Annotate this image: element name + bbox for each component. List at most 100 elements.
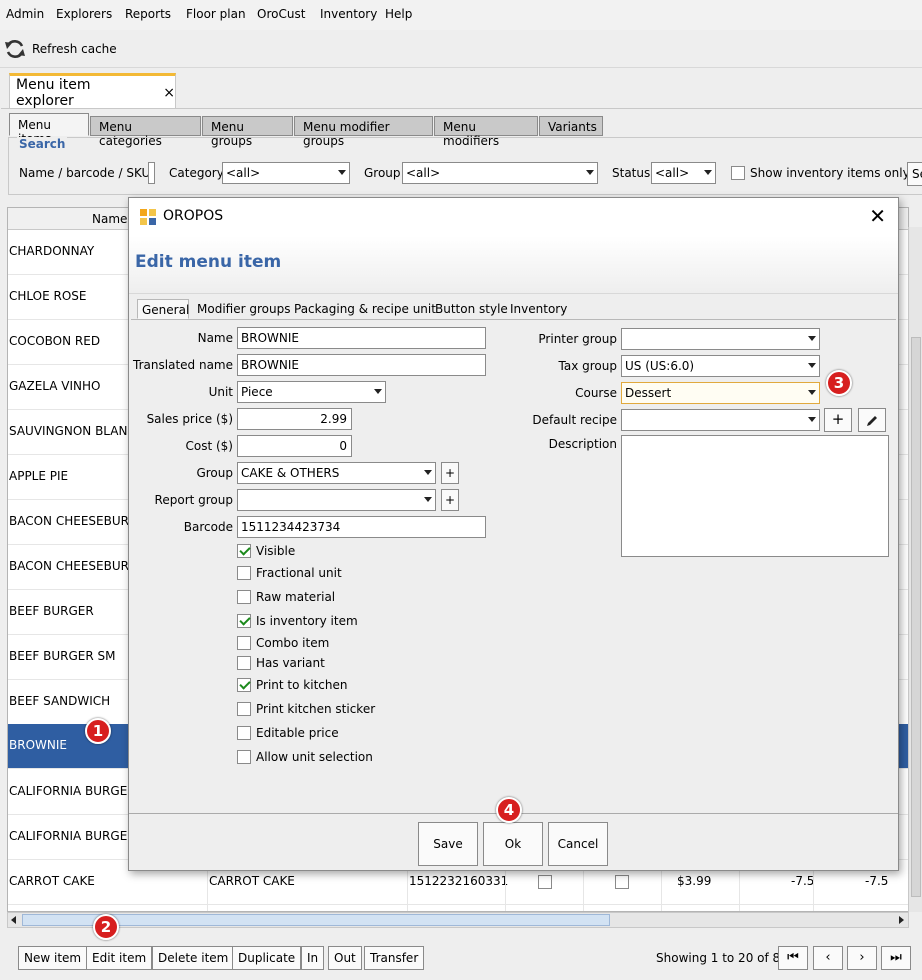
row-checkbox[interactable] — [538, 875, 552, 889]
first-page-button[interactable]: ⏮ — [778, 946, 808, 970]
add-recipe-button[interactable]: + — [824, 408, 852, 432]
raw-material-checkbox[interactable] — [237, 590, 251, 604]
description-textarea[interactable] — [621, 435, 889, 557]
print-kitchen-sticker-label: Print kitchen sticker — [256, 702, 376, 716]
menu-floor-plan[interactable]: Floor plan — [186, 7, 246, 21]
status-select[interactable]: <all> — [651, 162, 716, 184]
print-to-kitchen-label: Print to kitchen — [256, 678, 348, 692]
chevron-down-icon — [338, 170, 346, 175]
refresh-cache-button[interactable]: Refresh cache — [4, 35, 117, 63]
vertical-scrollbar[interactable] — [908, 227, 922, 912]
sales-price-input[interactable]: 2.99 — [237, 408, 352, 430]
category-select[interactable]: <all> — [222, 162, 350, 184]
close-icon[interactable]: ✕ — [869, 204, 886, 228]
row-checkbox[interactable] — [615, 875, 629, 889]
inventory-only-checkbox[interactable] — [731, 166, 745, 180]
allow-unit-selection-label: Allow unit selection — [256, 750, 373, 764]
previous-page-button[interactable]: ‹ — [813, 946, 843, 970]
add-report-group-button[interactable]: + — [441, 489, 459, 511]
name-barcode-sku-input[interactable] — [148, 162, 155, 184]
last-page-button[interactable]: ⏭ — [881, 946, 911, 970]
subtab-menu-items[interactable]: Menu items — [9, 113, 89, 146]
default-recipe-label: Default recipe — [532, 413, 617, 427]
column-header-name[interactable]: Name — [92, 212, 127, 226]
report-group-label: Report group — [154, 493, 233, 507]
subtab-menu-modifiers[interactable]: Menu modifiers — [434, 116, 538, 148]
plus-icon: + — [831, 410, 845, 428]
scroll-right-icon[interactable] — [899, 916, 904, 924]
add-group-button[interactable]: + — [441, 462, 459, 484]
horizontal-scrollbar[interactable] — [7, 912, 909, 928]
barcode-input[interactable]: 1511234423734 — [237, 516, 486, 538]
transfer-button[interactable]: Transfer — [364, 946, 425, 970]
print-to-kitchen-checkbox[interactable] — [237, 678, 251, 692]
menu-admin[interactable]: Admin — [6, 7, 44, 21]
group-select[interactable]: <all> — [402, 162, 598, 184]
row-name: APPLE PIE — [9, 469, 69, 483]
fractional-unit-checkbox[interactable] — [237, 566, 251, 580]
is-inventory-item-checkbox[interactable] — [237, 614, 251, 628]
printer-group-select[interactable] — [621, 328, 820, 350]
row-name: BEEF SANDWICH — [9, 694, 111, 708]
menu-explorers[interactable]: Explorers — [56, 7, 112, 21]
is-inventory-item-label: Is inventory item — [256, 614, 358, 628]
delete-item-button[interactable]: Delete item — [152, 946, 235, 970]
scroll-left-icon[interactable] — [11, 916, 16, 924]
report-group-select[interactable] — [237, 489, 436, 511]
subtab-menu-modifier-groups[interactable]: Menu modifier groups — [294, 116, 433, 148]
translated-name-input[interactable]: BROWNIE — [237, 354, 486, 376]
group-label: Group — [196, 466, 233, 480]
subtab-menu-groups[interactable]: Menu groups — [202, 116, 293, 148]
combo-item-label: Combo item — [256, 636, 330, 650]
new-item-button[interactable]: New item — [18, 946, 88, 970]
cancel-button[interactable]: Cancel — [548, 822, 608, 866]
menu-help[interactable]: Help — [385, 7, 412, 21]
tax-group-label: Tax group — [558, 359, 617, 373]
tab-menu-item-explorer[interactable]: Menu item explorer × — [9, 73, 176, 109]
name-input[interactable]: BROWNIE — [237, 327, 486, 349]
menu-reports[interactable]: Reports — [125, 7, 171, 21]
scroll-thumb[interactable] — [911, 337, 921, 897]
edit-recipe-button[interactable] — [858, 408, 886, 432]
subtab-variants[interactable]: Variants — [539, 116, 603, 136]
dialog-tab-modifier-groups[interactable]: Modifier groups — [193, 299, 294, 319]
tax-group-select[interactable]: US (US:6.0) — [621, 355, 820, 377]
course-select[interactable]: Dessert — [621, 382, 820, 404]
editable-price-checkbox[interactable] — [237, 726, 251, 740]
row-name: COCOBON RED — [9, 334, 101, 348]
allow-unit-selection-checkbox[interactable] — [237, 750, 251, 764]
subtab-menu-categories[interactable]: Menu categories — [90, 116, 201, 148]
chevron-down-icon — [704, 170, 712, 175]
visible-checkbox[interactable] — [237, 544, 251, 558]
edit-item-button[interactable]: Edit item — [86, 946, 153, 970]
edit-menu-item-dialog: OROPOS ✕ Edit menu item General Modifier… — [128, 197, 899, 871]
group-select[interactable]: CAKE & OTHERS — [237, 462, 436, 484]
dialog-tab-general[interactable]: General — [137, 299, 189, 319]
next-page-button[interactable]: › — [847, 946, 877, 970]
chevron-down-icon — [808, 363, 816, 368]
default-recipe-select[interactable] — [621, 409, 820, 431]
has-variant-checkbox[interactable] — [237, 656, 251, 670]
menu-inventory[interactable]: Inventory — [320, 7, 377, 21]
dialog-tab-button-style[interactable]: Button style — [431, 299, 512, 319]
sales-price-label: Sales price ($) — [146, 412, 233, 426]
search-panel: Search Name / barcode / SKU: Category <a… — [8, 137, 922, 195]
out-button[interactable]: Out — [328, 946, 362, 970]
menu-orocust[interactable]: OroCust — [257, 7, 305, 21]
refresh-cache-label: Refresh cache — [32, 42, 117, 56]
dialog-tab-inventory[interactable]: Inventory — [506, 299, 571, 319]
row-value: -7.5 — [865, 874, 889, 888]
unit-select[interactable]: Piece — [237, 381, 386, 403]
print-kitchen-sticker-checkbox[interactable] — [237, 702, 251, 716]
cost-input[interactable]: 0 — [237, 435, 352, 457]
row-translated-name: CARROT CAKE — [209, 874, 295, 888]
ok-button[interactable]: Ok — [483, 822, 543, 866]
save-button[interactable]: Save — [418, 822, 478, 866]
in-button[interactable]: In — [301, 946, 325, 970]
combo-item-checkbox[interactable] — [237, 636, 251, 650]
row-name: BROWNIE — [9, 738, 67, 752]
dialog-tab-packaging-recipe-unit[interactable]: Packaging & recipe unit — [290, 299, 440, 319]
duplicate-button[interactable]: Duplicate — [232, 946, 302, 970]
close-tab-icon[interactable]: × — [163, 85, 175, 101]
search-button[interactable]: Se — [907, 162, 922, 186]
